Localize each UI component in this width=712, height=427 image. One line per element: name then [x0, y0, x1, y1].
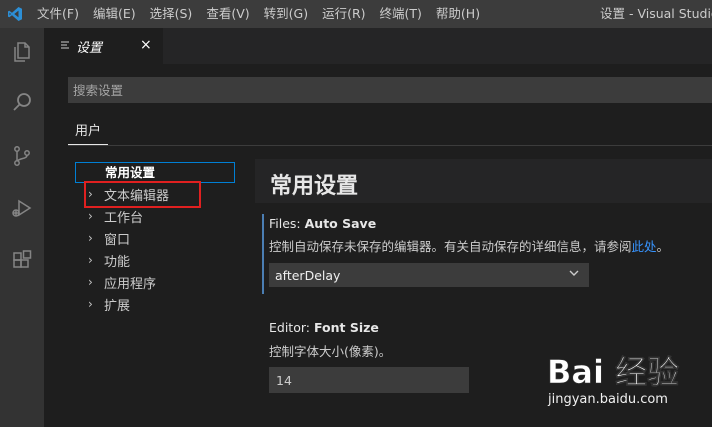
- files-icon[interactable]: [0, 32, 44, 72]
- toc-item-label: 工作台: [104, 210, 144, 226]
- window-title: 设置 - Visual Studio C: [600, 6, 712, 21]
- description-text: 控制自动保存未保存的编辑器。有关自动保存的详细信息，请参阅: [269, 239, 632, 254]
- source-control-icon[interactable]: [0, 136, 44, 176]
- setting-name: Auto Save: [304, 216, 377, 231]
- font-size-input-box: [269, 367, 469, 393]
- toc-item-label: 常用设置: [105, 165, 156, 180]
- menu-selection[interactable]: 选择(S): [143, 0, 200, 28]
- font-size-input[interactable]: [269, 367, 469, 393]
- menu-terminal[interactable]: 终端(T): [373, 0, 429, 28]
- menu-bar: 文件(F) 编辑(E) 选择(S) 查看(V) 转到(G) 运行(R) 终端(T…: [30, 0, 487, 28]
- activity-bar: [0, 28, 44, 427]
- toc-item-application[interactable]: › 应用程序: [88, 272, 156, 292]
- title-bar: 文件(F) 编辑(E) 选择(S) 查看(V) 转到(G) 运行(R) 终端(T…: [0, 0, 712, 28]
- search-settings-box: [68, 77, 712, 103]
- annotation-highlight-box: [84, 181, 201, 208]
- setting-title-auto-save: Files: Auto Save: [269, 216, 376, 231]
- chevron-right-icon: ›: [88, 297, 93, 311]
- menu-edit[interactable]: 编辑(E): [86, 0, 143, 28]
- auto-save-select[interactable]: afterDelay: [269, 263, 589, 287]
- chevron-right-icon: ›: [88, 253, 93, 267]
- search-input[interactable]: [68, 77, 712, 103]
- chevron-right-icon: ›: [88, 275, 93, 289]
- menu-go[interactable]: 转到(G): [257, 0, 315, 28]
- setting-name: Font Size: [313, 320, 379, 335]
- tab-user-settings[interactable]: 用户: [68, 115, 108, 145]
- toc-item-label: 应用程序: [104, 276, 157, 292]
- description-suffix: 。: [656, 239, 670, 254]
- chevron-down-icon: [567, 266, 581, 283]
- tab-settings[interactable]: 设置 ×: [44, 28, 163, 64]
- tab-label: 设置: [76, 40, 103, 56]
- toc-item-workbench[interactable]: › 工作台: [88, 206, 143, 226]
- chevron-right-icon: ›: [88, 209, 93, 223]
- here-link[interactable]: 此处: [632, 239, 657, 254]
- toc-item-extensions[interactable]: › 扩展: [88, 294, 130, 314]
- section-title: 常用设置: [270, 174, 359, 199]
- setting-category: Editor:: [269, 320, 314, 335]
- divider: [68, 145, 712, 146]
- select-value: afterDelay: [275, 267, 341, 283]
- toc-item-label: 扩展: [104, 298, 131, 314]
- toc-item-features[interactable]: › 功能: [88, 250, 130, 270]
- watermark-url: jingyan.baidu.com: [548, 392, 668, 407]
- section-header: 常用设置: [255, 159, 712, 203]
- toc-item-label: 窗口: [104, 232, 131, 248]
- setting-title-font-size: Editor: Font Size: [269, 320, 379, 335]
- search-icon[interactable]: [0, 82, 44, 122]
- menu-run[interactable]: 运行(R): [315, 0, 372, 28]
- setting-category: Files:: [269, 216, 305, 231]
- chevron-right-icon: ›: [88, 231, 93, 245]
- toc-item-window[interactable]: › 窗口: [88, 228, 130, 248]
- menu-view[interactable]: 查看(V): [199, 0, 256, 28]
- watermark-brand: Bai 经验: [547, 353, 679, 391]
- setting-description-auto-save: 控制自动保存未保存的编辑器。有关自动保存的详细信息，请参阅此处。: [269, 236, 669, 255]
- menu-file[interactable]: 文件(F): [30, 0, 86, 28]
- toc-item-label: 功能: [104, 254, 131, 270]
- settings-file-icon: [60, 39, 70, 54]
- focused-setting-indicator: [262, 214, 264, 294]
- extensions-icon[interactable]: [0, 240, 44, 280]
- toc-item-common[interactable]: 常用设置: [75, 162, 235, 183]
- menu-help[interactable]: 帮助(H): [429, 0, 487, 28]
- run-debug-icon[interactable]: [0, 188, 44, 228]
- vscode-logo-icon: [0, 0, 30, 28]
- setting-description-font-size: 控制字体大小(像素)。: [269, 344, 392, 359]
- close-icon[interactable]: ×: [140, 37, 152, 53]
